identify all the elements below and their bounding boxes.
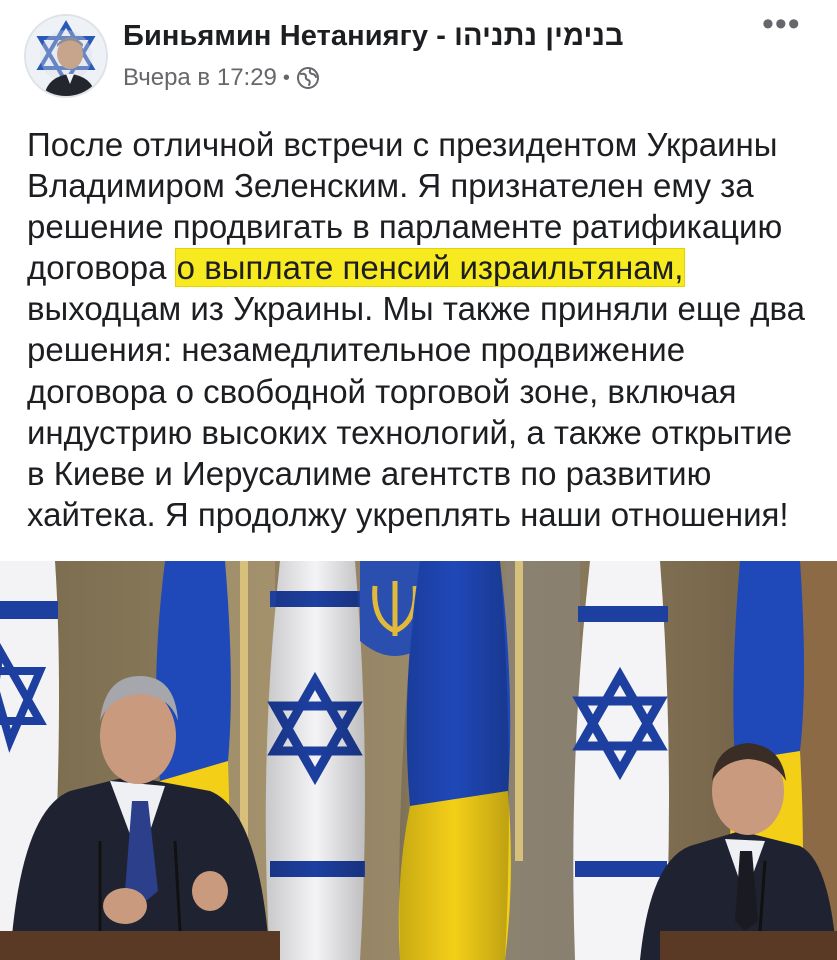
author-name[interactable]: Биньямин Нетаниягу - בנימין נתניהו xyxy=(123,20,624,53)
post-header: Биньямин Нетаниягу - בנימין נתניהו Вчера… xyxy=(0,0,837,110)
post-photo[interactable] xyxy=(0,561,837,960)
post-text-highlight: о выплате пенсий израильтянам, xyxy=(175,249,685,287)
ukraine-flag-2 xyxy=(398,561,511,960)
press-conference-photo xyxy=(0,561,837,960)
post-text: После отличной встречи с президентом Укр… xyxy=(27,124,817,535)
author-avatar[interactable] xyxy=(24,14,108,98)
post-meta: Вчера в 17:29 • xyxy=(123,64,320,92)
meta-separator: • xyxy=(282,66,290,89)
israel-flag-center xyxy=(265,561,365,960)
avatar-photo-icon xyxy=(26,16,106,96)
globe-icon xyxy=(296,67,319,89)
post-timestamp[interactable]: Вчера в 17:29 xyxy=(123,64,277,92)
post-text-part-2: выходцам из Украины. Мы также приняли ещ… xyxy=(27,290,805,533)
more-options-button[interactable]: ••• xyxy=(762,7,801,41)
